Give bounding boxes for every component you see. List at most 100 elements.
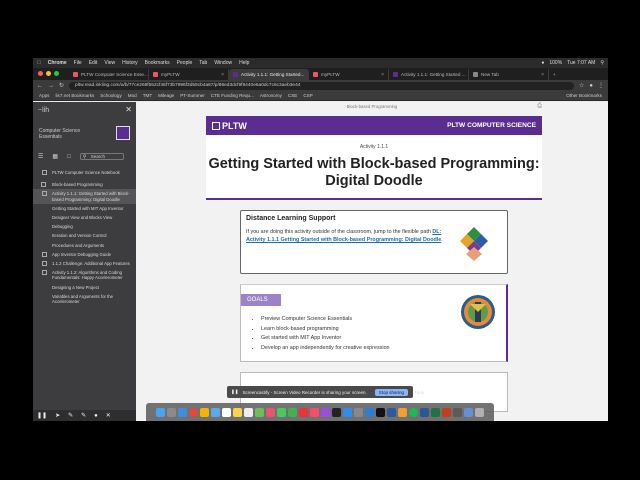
- bookmark-item[interactable]: TMT: [143, 93, 152, 98]
- app-store-icon[interactable]: [343, 407, 352, 417]
- close-annotation-icon[interactable]: ✕: [106, 412, 111, 419]
- close-window-button[interactable]: [38, 71, 43, 76]
- maps-icon[interactable]: [255, 407, 264, 417]
- news-icon[interactable]: [299, 407, 308, 417]
- reload-icon[interactable]: ↻: [59, 82, 64, 89]
- forward-icon[interactable]: →: [48, 83, 54, 89]
- close-tab-icon[interactable]: ×: [381, 72, 384, 78]
- back-icon[interactable]: ←: [37, 83, 43, 89]
- toc-item[interactable]: Variables and Arguments for the Accelero…: [33, 292, 136, 306]
- new-tab-button[interactable]: +: [549, 69, 561, 80]
- stop-sharing-button[interactable]: Stop sharing: [374, 388, 409, 396]
- reminders-icon[interactable]: [244, 407, 253, 417]
- toc-item[interactable]: Designing a New Project: [33, 283, 136, 292]
- trash-icon[interactable]: [475, 407, 484, 417]
- spotlight-icon[interactable]: ⚲: [600, 60, 604, 66]
- print-icon[interactable]: ⎙: [537, 103, 542, 110]
- word-icon[interactable]: [420, 407, 429, 417]
- menu-people[interactable]: People: [177, 60, 193, 66]
- app-icon[interactable]: [398, 407, 407, 417]
- browser-tab[interactable]: myPLTW ×: [149, 69, 229, 80]
- toc-item[interactable]: Debugging: [33, 222, 136, 231]
- zoom-window-button[interactable]: [54, 71, 59, 76]
- downloads-icon[interactable]: [464, 407, 473, 417]
- pointer-icon[interactable]: ➤: [55, 412, 60, 419]
- vscode-icon[interactable]: [365, 407, 374, 417]
- notes-icon[interactable]: [233, 407, 242, 417]
- menu-file[interactable]: File: [74, 60, 82, 66]
- tv-icon[interactable]: [332, 407, 341, 417]
- app-icon[interactable]: [387, 407, 396, 417]
- bookmark-item[interactable]: CTE Funding Requ...: [211, 93, 254, 98]
- browser-tab[interactable]: PLTW Computer Science Esse...×: [69, 69, 149, 80]
- podcasts-icon[interactable]: [321, 407, 330, 417]
- hide-button[interactable]: Hide: [415, 390, 424, 395]
- sidebar-search-input[interactable]: ⚲ Search: [79, 153, 124, 160]
- browser-tab[interactable]: New Tab ×: [469, 69, 549, 80]
- toc-item[interactable]: App Inventor Debugging Guide: [33, 250, 136, 259]
- menu-window[interactable]: Window: [214, 60, 232, 66]
- bookmark-item[interactable]: lis7.net Bookmarks: [55, 93, 94, 98]
- comments-icon[interactable]: □: [67, 154, 71, 160]
- chrome-icon[interactable]: [189, 407, 198, 417]
- course-title[interactable]: Computer Science Essentials: [39, 128, 80, 140]
- messages-icon[interactable]: [277, 407, 286, 417]
- apple-icon[interactable]: : [37, 60, 41, 66]
- menu-edit[interactable]: Edit: [89, 60, 98, 66]
- powerpoint-icon[interactable]: [442, 407, 451, 417]
- music-icon[interactable]: [310, 407, 319, 417]
- toc-section[interactable]: Block-based Programming: [33, 180, 136, 189]
- bookmark-item[interactable]: CSP: [303, 93, 312, 98]
- launchpad-icon[interactable]: [167, 407, 176, 417]
- browser-tab[interactable]: myPLTW ×: [309, 69, 389, 80]
- bookmark-item[interactable]: Schoology: [100, 93, 121, 98]
- bookmark-star-icon[interactable]: ☆: [579, 82, 584, 89]
- toc-item[interactable]: Activity 1.1.2: Algorithms and Coding Fu…: [33, 268, 136, 282]
- menu-dots-icon[interactable]: ⋮: [598, 82, 604, 89]
- extension-icon[interactable]: ●: [589, 83, 593, 89]
- mail-icon[interactable]: [211, 407, 220, 417]
- toc-item[interactable]: Getting Started with MIT App Inventor: [33, 204, 136, 213]
- menu-chrome[interactable]: Chrome: [48, 60, 67, 66]
- menu-bookmarks[interactable]: Bookmarks: [145, 60, 170, 66]
- address-bar[interactable]: pltw.read.inkling.com/a/b/77ce269f552cf4…: [69, 81, 574, 90]
- finder-icon[interactable]: [156, 407, 165, 417]
- calendar-icon[interactable]: [222, 407, 231, 417]
- toc-item[interactable]: PLTW Computer Science Notebook: [33, 168, 136, 177]
- toc-item[interactable]: Iteration and Version Control: [33, 231, 136, 240]
- bookmark-item[interactable]: Mileage: [158, 93, 174, 98]
- app-icon[interactable]: [453, 407, 462, 417]
- toc-item[interactable]: 1.1.2 Challenge: Additional App Features: [33, 259, 136, 268]
- clock[interactable]: Tue 7:07 AM: [567, 60, 595, 66]
- toc-item[interactable]: Procedures and Arguments: [33, 241, 136, 250]
- minimize-window-button[interactable]: [46, 71, 51, 76]
- safari-icon[interactable]: [178, 407, 187, 417]
- highlighter-icon[interactable]: ✎: [81, 412, 86, 419]
- browser-tab-active[interactable]: Activity 1.1.1: Getting Started...×: [229, 69, 309, 80]
- excel-icon[interactable]: [431, 407, 440, 417]
- menu-history[interactable]: History: [122, 60, 138, 66]
- toc-item[interactable]: Activity 1.1.1: Getting Started with Blo…: [33, 189, 136, 204]
- other-bookmarks[interactable]: Other Bookmarks: [566, 93, 602, 98]
- photos-app-icon[interactable]: [266, 407, 275, 417]
- pause-icon[interactable]: ❚❚: [37, 412, 47, 419]
- facetime-icon[interactable]: [288, 407, 297, 417]
- photos-icon[interactable]: [200, 407, 209, 417]
- bookmark-apps[interactable]: Apps: [39, 93, 49, 98]
- menu-tab[interactable]: Tab: [199, 60, 207, 66]
- battery-label[interactable]: 100%: [549, 60, 562, 66]
- spotify-icon[interactable]: [409, 407, 418, 417]
- bookmark-item[interactable]: CSE: [288, 93, 297, 98]
- bookmark-item[interactable]: PT-Summer: [180, 93, 205, 98]
- camera-icon[interactable]: ●: [94, 413, 98, 419]
- wifi-icon[interactable]: ●: [541, 60, 544, 66]
- pen-icon[interactable]: ✎: [68, 412, 73, 419]
- close-tab-icon[interactable]: ×: [221, 72, 224, 78]
- close-sidebar-icon[interactable]: ✕: [125, 105, 132, 114]
- bookmark-item[interactable]: Mod: [128, 93, 137, 98]
- menu-help[interactable]: Help: [239, 60, 249, 66]
- system-preferences-icon[interactable]: [354, 407, 363, 417]
- bookmark-item[interactable]: Astronomy: [260, 93, 282, 98]
- browser-tab[interactable]: Activity 1.1.1: Getting Started ...×: [389, 69, 469, 80]
- close-tab-icon[interactable]: ×: [541, 72, 544, 78]
